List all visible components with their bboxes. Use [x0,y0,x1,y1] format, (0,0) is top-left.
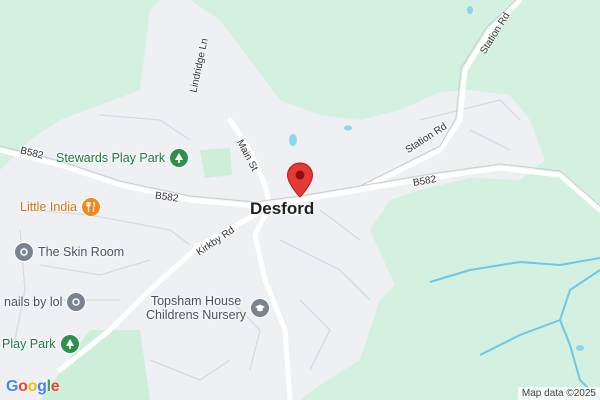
logo-letter: G [6,378,19,395]
tree-icon [59,334,80,354]
poi-label: nails by lol [4,295,63,309]
logo-letter: o [18,378,28,395]
poi-the-skin-room[interactable]: The Skin Room [14,242,124,262]
shop-icon [66,292,87,312]
poi-stewards-play-park[interactable]: Stewards Play Park [56,148,190,168]
poi-topsham-house-nursery[interactable]: Topsham House Childrens Nursery [146,294,271,322]
poi-label: Little India [20,200,77,214]
poi-label-line2: Childrens Nursery [146,308,247,322]
town-label: Desford [250,199,315,218]
poi-nails-by-lol[interactable]: nails by lol [4,292,87,312]
map-attribution[interactable]: Map data ©2025 [517,387,600,400]
poi-play-park[interactable]: Play Park [2,334,80,354]
poi-label: Stewards Play Park [56,151,166,165]
graduation-cap-icon [250,298,271,318]
logo-letter: o [27,378,38,395]
poi-label-line1: Topsham House [150,294,242,308]
poi-label: Play Park [2,337,56,351]
map-pin-icon[interactable] [286,162,314,198]
logo-letter: e [50,378,60,395]
fork-knife-icon [80,197,101,217]
map-canvas[interactable]: B582 B582 B582 Main St Lindridge Ln Stat… [0,0,600,400]
poi-label: The Skin Room [38,245,125,259]
tree-icon [169,148,190,168]
poi-label: Topsham House Childrens Nursery [146,294,246,322]
poi-little-india[interactable]: Little India [20,197,101,217]
google-logo: Google [6,378,60,396]
logo-letter: g [37,378,47,395]
shop-icon [14,242,34,262]
